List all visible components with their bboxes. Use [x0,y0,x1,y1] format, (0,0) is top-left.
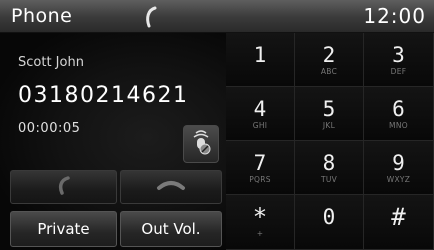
handset-end-icon [156,177,186,197]
caller-name: Scott John [18,55,84,70]
key-5[interactable]: 5 JKL [295,87,364,141]
clock: 12:00 [363,4,426,28]
mute-button[interactable] [183,125,219,163]
key-6[interactable]: 6 MNO [364,87,434,141]
key-letters: GHI [252,120,268,130]
key-letters: ABC [320,66,338,76]
dial-keypad: 1 2 ABC 3 DEF 4 GHI 5 JKL 6 MNO 7 PQRS 8… [226,33,434,250]
handset-icon [142,6,162,28]
key-letters: DEF [390,66,407,76]
key-3[interactable]: 3 DEF [364,33,434,87]
call-info-panel: Scott John 03180214621 00:00:05 Private … [0,33,226,250]
answer-call-button[interactable] [10,170,117,204]
key-2[interactable]: 2 ABC [295,33,364,87]
key-4[interactable]: 4 GHI [226,87,295,141]
microphone-mute-icon [190,128,212,160]
key-digit: 5 [322,96,336,121]
key-letters: PQRS [249,174,271,184]
key-letters: TUV [320,174,338,184]
key-letters: JKL [322,120,336,130]
key-digit: 4 [253,96,267,121]
key-digit: 9 [392,150,405,175]
key-7[interactable]: 7 PQRS [226,141,295,195]
key-digit: 7 [253,150,267,175]
screen-title: Phone [11,5,73,27]
key-digit: 0 [322,205,336,229]
status-bar: Phone 12:00 [0,0,434,33]
key-8[interactable]: 8 TUV [295,141,364,195]
out-vol-button-label: Out Vol. [141,220,201,238]
key-letters: WXYZ [386,174,411,184]
out-vol-button[interactable]: Out Vol. [120,211,222,247]
handset-answer-icon [54,175,74,199]
key-digit: 8 [322,150,336,175]
key-0[interactable]: 0 [295,195,364,250]
end-call-button[interactable] [120,170,222,204]
caller-number: 03180214621 [18,83,189,108]
private-button-label: Private [37,220,90,238]
key-hash[interactable]: # [364,195,434,250]
key-digit: 2 [322,42,336,67]
key-digit: 1 [253,42,267,67]
key-1[interactable]: 1 [226,33,295,87]
call-duration: 00:00:05 [18,121,81,136]
key-9[interactable]: 9 WXYZ [364,141,434,195]
key-digit: # [391,203,406,231]
key-letters: + [256,229,264,238]
key-star[interactable]: * + [226,195,295,250]
key-letters: MNO [389,120,408,130]
private-button[interactable]: Private [10,211,117,247]
key-digit: * [252,203,268,231]
key-digit: 3 [392,42,405,67]
key-digit: 6 [392,96,405,121]
